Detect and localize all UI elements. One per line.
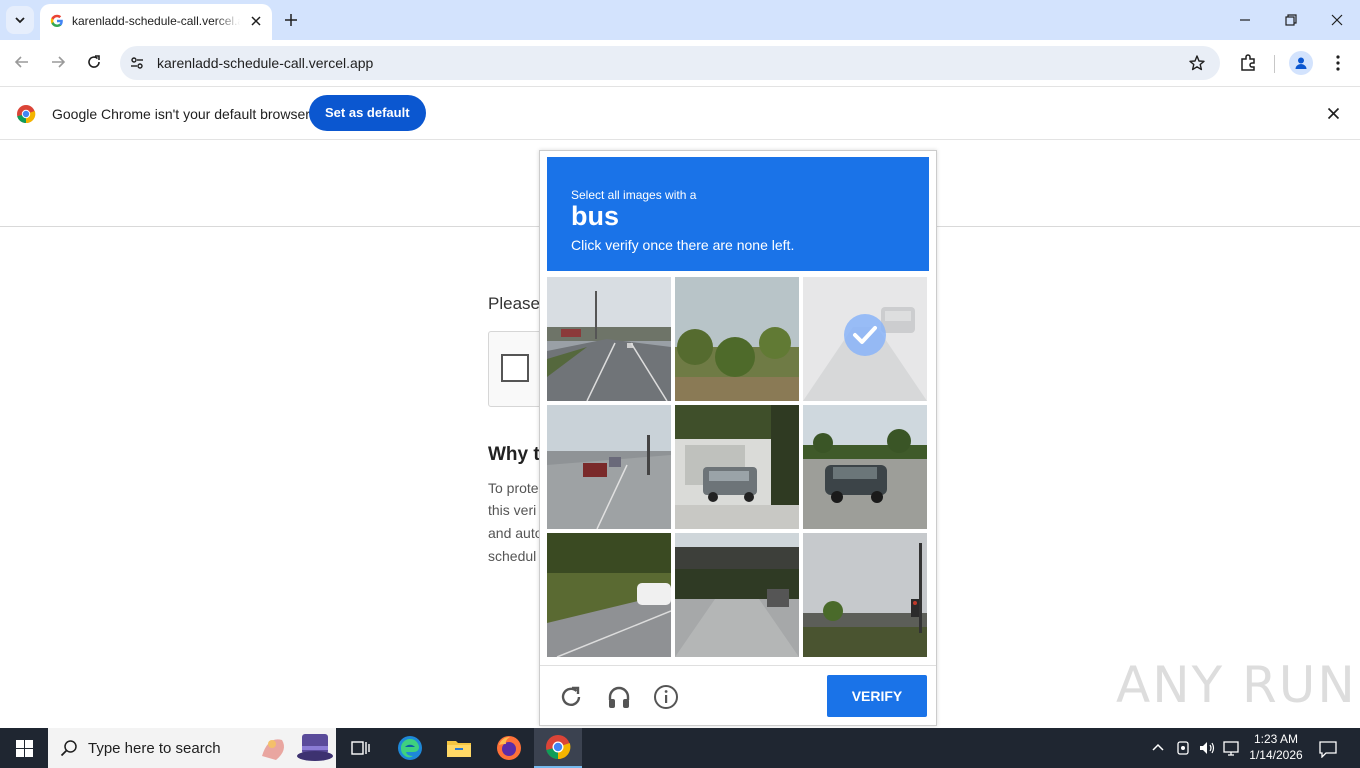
search-highlight-decoration-icon [262, 734, 333, 761]
show-hidden-icons-chevron-icon[interactable] [1152, 742, 1164, 752]
restore-icon[interactable] [1284, 13, 1298, 27]
windows-start-icon[interactable] [16, 740, 33, 757]
captcha-tile-1[interactable] [547, 277, 671, 401]
captcha-tile-8[interactable] [675, 533, 799, 657]
captcha-verify-hint: Click verify once there are none left. [571, 237, 795, 253]
why-text-line: this veri [488, 502, 537, 518]
captcha-instruction-line: Select all images with a [571, 188, 697, 202]
info-icon[interactable] [653, 684, 679, 710]
why-text-line: schedul [488, 548, 537, 564]
why-text-line: To prote [488, 480, 539, 496]
captcha-target-word: bus [571, 201, 620, 231]
captcha-instruction-header: Select all images with a bus Click verif… [547, 157, 929, 271]
site-settings-icon[interactable] [129, 55, 145, 71]
taskbar-search-box[interactable]: Type here to search [48, 728, 336, 768]
street-cars-image [547, 405, 671, 529]
tab-title: karenladd-schedule-call.vercel.app [72, 14, 240, 28]
google-favicon-icon [50, 14, 63, 27]
folder-icon [447, 741, 471, 757]
taskbar-edge-button[interactable] [386, 728, 434, 768]
anyrun-watermark: ANY RUN [1116, 656, 1357, 714]
car-on-road-image [803, 405, 927, 529]
extensions-puzzle-icon[interactable] [1238, 53, 1258, 73]
address-bar[interactable]: karenladd-schedule-call.vercel.app [120, 46, 1220, 80]
search-icon [60, 740, 77, 757]
network-monitor-icon[interactable] [1222, 739, 1240, 757]
firefox-icon [497, 736, 521, 760]
captcha-tile-4[interactable] [547, 405, 671, 529]
road-traffic-image [547, 277, 671, 401]
why-text-line: and auto [488, 525, 543, 541]
bridge-traffic-light-image [803, 533, 927, 657]
chrome-icon [546, 735, 571, 760]
why-heading: Why t [488, 444, 540, 465]
human-checkbox[interactable] [501, 354, 529, 382]
task-view-icon [351, 741, 370, 755]
taskbar-file-explorer-button[interactable] [435, 728, 483, 768]
infobar-message: Google Chrome isn't your default browser [52, 106, 310, 122]
tab-strip: karenladd-schedule-call.vercel.app [0, 0, 1360, 40]
close-window-icon[interactable] [1330, 13, 1344, 27]
audio-challenge-headphones-icon[interactable] [606, 684, 632, 710]
person-icon [1295, 57, 1307, 69]
checkmark-icon [844, 314, 886, 356]
captcha-tile-3[interactable] [803, 277, 927, 401]
captcha-challenge-popup: Select all images with a bus Click verif… [539, 150, 937, 726]
reload-icon[interactable] [86, 54, 102, 70]
clock-time: 1:23 AM [1253, 732, 1299, 746]
chrome-logo-icon [17, 105, 36, 124]
verify-button[interactable]: VERIFY [827, 675, 927, 717]
url-text: karenladd-schedule-call.vercel.app [157, 55, 374, 71]
set-as-default-button[interactable]: Set as default [309, 95, 426, 131]
taskbar-search-placeholder: Type here to search [88, 740, 221, 757]
reload-challenge-icon[interactable] [558, 684, 584, 710]
close-tab-icon[interactable] [250, 15, 262, 27]
browser-toolbar: karenladd-schedule-call.vercel.app [0, 40, 1360, 86]
trees-sky-image [675, 277, 799, 401]
page-prompt-text: Please [488, 294, 540, 313]
captcha-tile-2[interactable] [675, 277, 799, 401]
overpass-image [675, 533, 799, 657]
parked-car-image [675, 405, 799, 529]
toolbar-separator [1274, 55, 1275, 73]
network-device-icon[interactable] [1175, 739, 1191, 757]
speaker-volume-icon[interactable] [1198, 739, 1216, 757]
captcha-tile-7[interactable] [547, 533, 671, 657]
bookmark-star-icon[interactable] [1188, 54, 1206, 72]
task-view-button[interactable] [336, 728, 384, 768]
captcha-tile-5[interactable] [675, 405, 799, 529]
forward-arrow-icon[interactable] [50, 54, 66, 70]
windows-taskbar: Type here to search 1:23 AM 1/14/2026 [0, 728, 1360, 768]
taskbar-firefox-button[interactable] [485, 728, 533, 768]
close-infobar-icon[interactable] [1327, 107, 1340, 120]
tab-search-button[interactable] [6, 6, 34, 34]
new-tab-plus-icon[interactable] [282, 11, 300, 29]
kebab-menu-icon[interactable] [1332, 54, 1344, 72]
browser-tab[interactable]: karenladd-schedule-call.vercel.app [40, 4, 272, 40]
notifications-icon[interactable] [1318, 740, 1338, 758]
chevron-down-icon [15, 17, 25, 24]
road-edge-car-image [547, 533, 671, 657]
edge-icon [398, 736, 422, 760]
taskbar-chrome-button[interactable] [534, 728, 582, 768]
minimize-icon[interactable] [1238, 13, 1252, 27]
back-arrow-icon[interactable] [14, 54, 30, 70]
default-browser-infobar: Google Chrome isn't your default browser… [0, 86, 1360, 140]
clock-date: 1/14/2026 [1249, 748, 1303, 762]
captcha-tile-9[interactable] [803, 533, 927, 657]
captcha-footer-divider [540, 665, 936, 666]
captcha-tile-6[interactable] [803, 405, 927, 529]
taskbar-clock[interactable]: 1:23 AM 1/14/2026 [1244, 731, 1308, 763]
profile-avatar[interactable] [1289, 51, 1313, 75]
